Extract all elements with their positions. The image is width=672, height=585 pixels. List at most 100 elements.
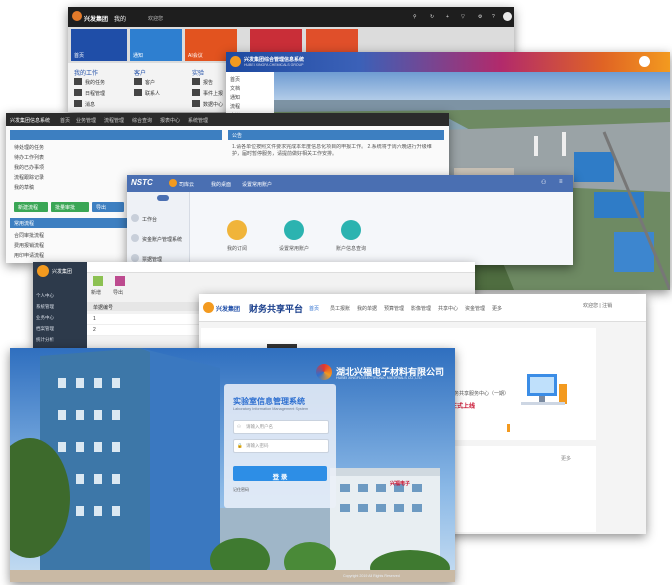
portal-menu-item[interactable]: 流程 (230, 103, 240, 110)
contact-icon (134, 89, 142, 96)
export-icon[interactable] (115, 276, 125, 286)
new-flow-button[interactable]: 新建流程 (14, 202, 48, 212)
nstc-side-item[interactable]: 工作台 (142, 216, 157, 223)
add-icon[interactable] (93, 276, 103, 286)
crm-menu-button[interactable]: 我的 (114, 14, 126, 23)
tab-common-account[interactable]: 设置常用账户 (242, 181, 272, 188)
shield-icon[interactable] (284, 220, 304, 240)
tab-my-desk[interactable]: 我的桌面 (211, 181, 231, 188)
password-placeholder: 请输入密码 (246, 443, 269, 448)
fssc-nav-item[interactable]: 我的单据 (357, 305, 377, 312)
section-lab: 实验 (192, 71, 205, 77)
fssc-nav-item[interactable]: 员工报账 (330, 305, 350, 312)
export-button[interactable]: 导出 (92, 202, 124, 212)
login-button[interactable]: 登 录 (233, 466, 327, 481)
portal-logo-icon (230, 56, 241, 67)
crm-item[interactable]: 我的任务 (85, 79, 105, 86)
account-icon (131, 234, 139, 242)
task-list-item[interactable]: 待办工作列表 (14, 154, 44, 161)
avatar[interactable] (503, 12, 512, 21)
help-icon[interactable]: ? (492, 14, 495, 20)
fssc-nav-item[interactable]: 资金管理 (465, 305, 485, 312)
fssc-nav-item[interactable]: 首页 (309, 305, 319, 312)
tile-home[interactable]: 首页 (71, 29, 127, 61)
subscription-card-icon[interactable] (227, 220, 247, 240)
search-icon[interactable]: ⚲ (413, 14, 417, 20)
copyright-footer: Copyright 2019 All Rights Reserved (343, 574, 400, 578)
refresh-icon[interactable]: ↻ (430, 14, 434, 20)
fssc-nav-item[interactable]: 更多 (492, 305, 502, 312)
mgmt-tab[interactable]: 业务管理 (76, 117, 96, 124)
username-field[interactable]: ⚇ 请输入用户名 (233, 420, 329, 434)
fssc-nav-item[interactable]: 影像管理 (411, 305, 431, 312)
notice-text: 1.请各单位按照文件要求完成本年度信息化项目的申报工作。 2.系统将于周六晚进行… (232, 144, 432, 157)
more-link[interactable]: 更多 (561, 455, 571, 462)
task-list-item[interactable]: 我的草稿 (14, 184, 34, 191)
section-customer: 客户 (134, 71, 147, 77)
building-sign: 兴福电子 (390, 481, 411, 487)
flow-list-item[interactable]: 用印申请流程 (14, 252, 44, 259)
admin-logo-icon (37, 265, 49, 277)
fssc-header: 兴发集团 财务共享平台 首页 员工报账 我的单据 预算管理 影像管理 共享中心 … (199, 294, 646, 322)
portal-menu-item[interactable]: 文档 (230, 85, 240, 92)
menu-icon[interactable]: ≡ (559, 179, 563, 185)
mgmt-tab[interactable]: 系统管理 (188, 117, 208, 124)
task-list-item[interactable]: 我的已办事项 (14, 164, 44, 171)
collapse-toggle[interactable] (157, 195, 169, 201)
flow-list-item[interactable]: 合同审批流程 (14, 232, 44, 239)
fssc-nav-item[interactable]: 预算管理 (384, 305, 404, 312)
company-logo-icon (316, 364, 332, 380)
admin-menu-item[interactable]: 个人中心 (36, 291, 84, 301)
task-list-item[interactable]: 流程跟踪记录 (14, 174, 44, 181)
message-icon (74, 100, 82, 107)
bill-icon (131, 254, 139, 262)
nstc-side-item[interactable]: 资金账户管理系统 (142, 236, 182, 243)
task-list-item[interactable]: 待处理的任务 (14, 144, 44, 151)
report-icon (192, 78, 200, 85)
mgmt-tab[interactable]: 报表中心 (160, 117, 180, 124)
mgmt-tab[interactable]: 首页 (60, 117, 70, 124)
admin-menu-item[interactable]: 统计分析 (36, 335, 84, 345)
lock-icon: 🔒 (237, 443, 243, 448)
nstc-brand: 司库云 (179, 182, 195, 188)
add-icon[interactable]: + (446, 14, 449, 20)
crm-item[interactable]: 客户 (145, 79, 155, 86)
crm-item[interactable]: 报告 (203, 79, 213, 86)
promo-line1: 财务共享服务中心（一期） (449, 391, 510, 397)
crm-item[interactable]: 日程管理 (85, 90, 105, 97)
user-icon[interactable]: ⚇ (541, 179, 546, 186)
avatar[interactable] (639, 56, 650, 67)
fssc-logo-text: 兴发集团 (216, 307, 241, 313)
gear-icon[interactable]: ⚙ (478, 14, 482, 20)
card-label: 我的订阅 (227, 246, 248, 252)
crm-item[interactable]: 数据中心 (203, 101, 223, 108)
tile-notice[interactable]: 通知 (130, 29, 182, 61)
flow-list-item[interactable]: 费用报销流程 (14, 242, 44, 249)
tile-label: 通知 (133, 53, 144, 59)
mgmt-tab[interactable]: 流程管理 (104, 117, 124, 124)
crm-item[interactable]: 事件上报 (203, 90, 223, 97)
password-field[interactable]: 🔒 请输入密码 (233, 439, 329, 453)
portal-menu-item[interactable]: 通知 (230, 94, 240, 101)
admin-menu-item[interactable]: 档案管理 (36, 324, 84, 334)
mgmt-topbar: 兴发集团信息系统 首页 业务管理 流程管理 综合查询 报表中心 系统管理 (6, 113, 449, 126)
crm-item[interactable]: 消息 (85, 101, 95, 108)
admin-menu-item[interactable]: 系统管理 (36, 302, 84, 312)
nstc-logo: NSTC (131, 178, 153, 187)
portal-menu-item[interactable]: 首页 (230, 76, 240, 83)
section-my-work: 我的工作 (74, 71, 99, 77)
filter-icon[interactable]: ▽ (461, 14, 465, 20)
mgmt-tab[interactable]: 综合查询 (132, 117, 152, 124)
carousel-indicator[interactable] (507, 424, 510, 432)
button-label: 批量审批 (55, 205, 76, 211)
fssc-nav-item[interactable]: 共享中心 (438, 305, 458, 312)
crm-item[interactable]: 联系人 (145, 90, 160, 97)
fssc-user-links[interactable]: 欢迎您 | 注销 (583, 302, 612, 309)
admin-menu-item[interactable]: 业务中心 (36, 313, 84, 323)
shield-icon[interactable] (341, 220, 361, 240)
remember-password-checkbox[interactable]: 记住密码 (233, 487, 249, 493)
data-icon (192, 100, 200, 107)
system-subtitle: Laboratory Information Management System (233, 407, 309, 411)
batch-approve-button[interactable]: 批量审批 (51, 202, 89, 212)
user-icon: ⚇ (237, 424, 242, 429)
